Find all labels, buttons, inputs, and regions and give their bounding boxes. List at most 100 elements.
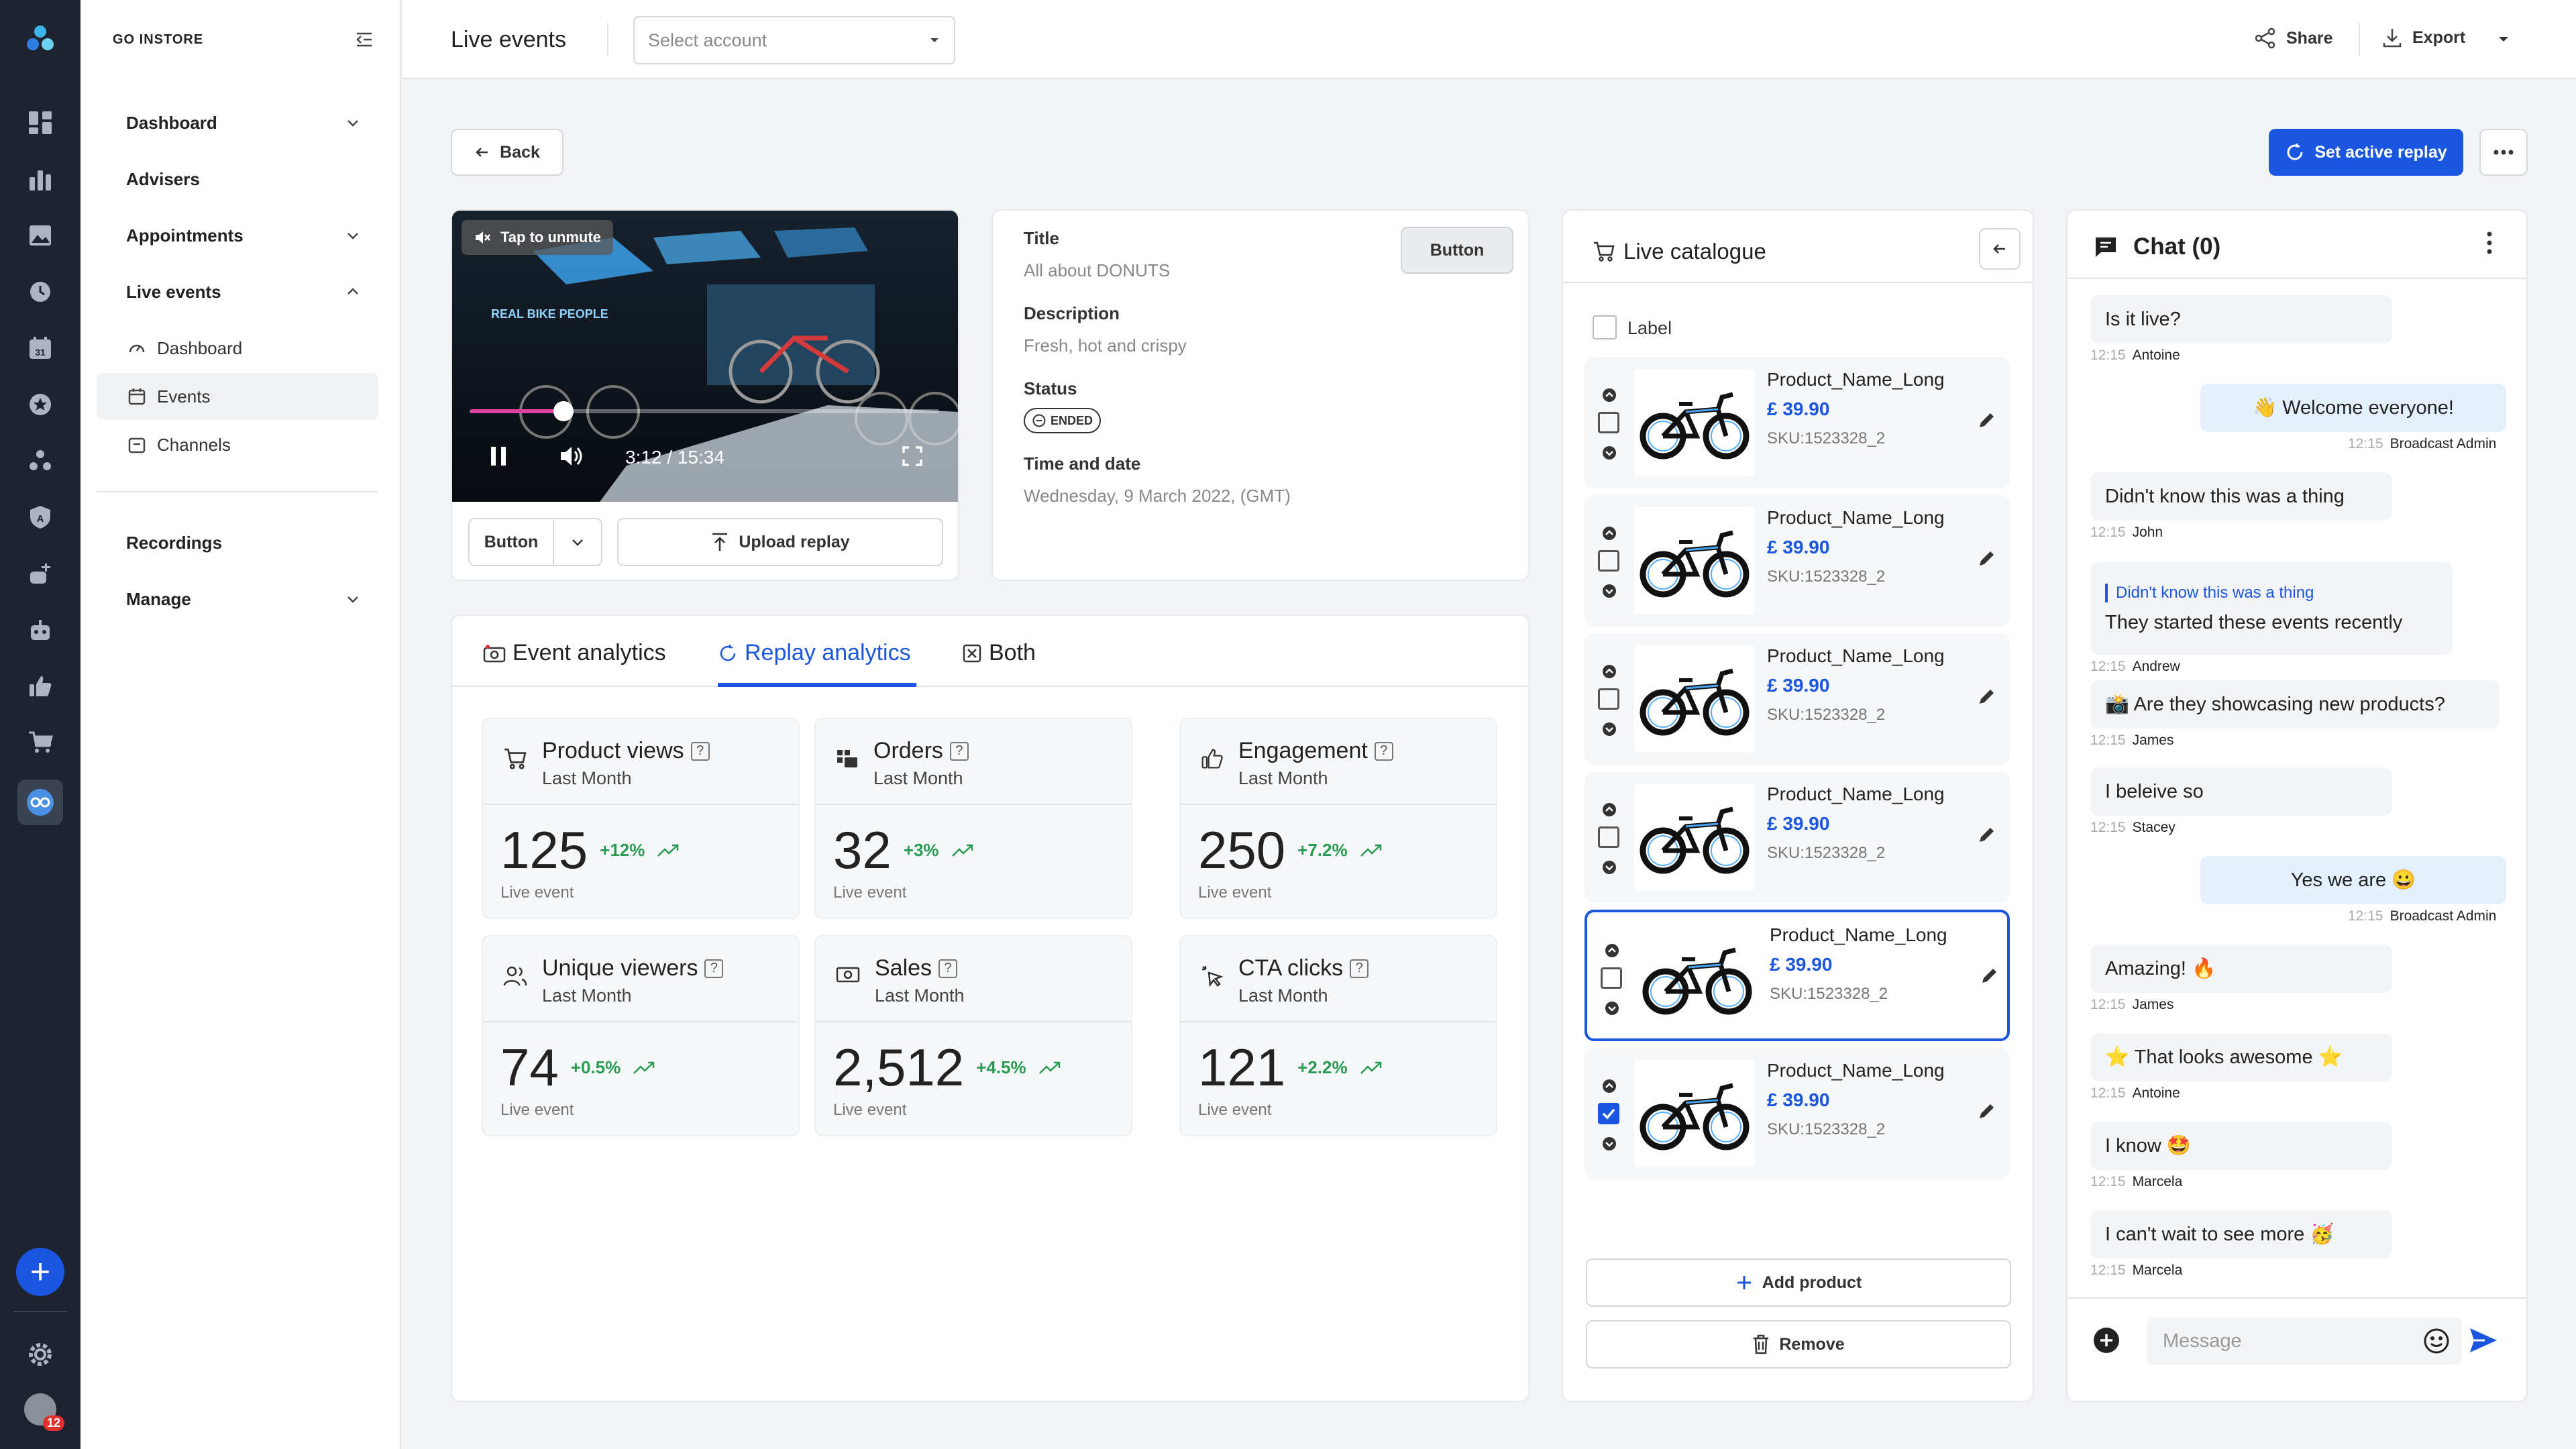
star-badge-icon[interactable] [23, 388, 57, 421]
cart-icon[interactable] [23, 726, 57, 759]
nav-sub-channels[interactable]: Channels [97, 421, 378, 468]
product-checkbox[interactable] [1598, 550, 1619, 572]
add-hand-icon[interactable] [23, 557, 57, 590]
more-options-button[interactable] [2479, 129, 2528, 176]
split-button-chevron-icon[interactable] [554, 519, 601, 565]
help-icon[interactable]: ? [1350, 959, 1369, 978]
account-select[interactable]: Select account [633, 16, 955, 64]
avatar[interactable]: 12 [23, 1393, 64, 1431]
move-down-icon[interactable] [1602, 860, 1617, 875]
move-up-icon[interactable] [1602, 664, 1617, 679]
message-input[interactable]: Message [2147, 1318, 2462, 1364]
top-bar: Live events Select account Share Export [402, 0, 2576, 79]
nav-advisers[interactable]: Advisers [113, 156, 374, 203]
send-icon[interactable] [2469, 1327, 2498, 1354]
set-active-replay-button[interactable]: Set active replay [2269, 129, 2463, 176]
nav-appointments[interactable]: Appointments [113, 212, 374, 259]
collapse-sidebar-icon[interactable] [354, 30, 374, 50]
help-icon[interactable]: ? [949, 741, 969, 761]
nav-sub-dashboard[interactable]: Dashboard [97, 325, 378, 372]
video-progress-knob[interactable] [553, 401, 574, 421]
emoji-icon[interactable] [2423, 1328, 2450, 1354]
tab-both[interactable]: Both [962, 640, 1036, 666]
product-item[interactable]: Product_Name_Long £ 39.90 SKU:1523328_2 [1585, 357, 2010, 488]
help-icon[interactable]: ? [704, 959, 724, 978]
product-checkbox[interactable] [1598, 826, 1619, 848]
move-up-icon[interactable] [1602, 526, 1617, 541]
chat-menu-icon[interactable] [2486, 231, 2493, 255]
calendar-icon[interactable]: 31 [23, 331, 57, 365]
thumbs-up-icon[interactable] [23, 669, 57, 703]
add-attachment-icon[interactable] [2093, 1327, 2120, 1354]
image-icon[interactable] [23, 219, 57, 252]
tab-event-analytics[interactable]: Event analytics [483, 640, 666, 666]
robot-icon[interactable] [23, 613, 57, 647]
move-up-icon[interactable] [1602, 1079, 1617, 1093]
nav-live-events[interactable]: Live events [113, 268, 374, 315]
move-up-icon[interactable] [1605, 943, 1619, 958]
back-button[interactable]: Back [451, 129, 564, 176]
nav-dashboard[interactable]: Dashboard [113, 99, 374, 146]
split-button-main[interactable]: Button [470, 519, 554, 565]
product-item[interactable]: Product_Name_Long £ 39.90 SKU:1523328_2 [1585, 1048, 2010, 1179]
nav-sub-events[interactable]: Events [97, 373, 378, 420]
help-icon[interactable]: ? [938, 959, 958, 978]
video-player[interactable]: REAL BIKE PEOPLE Tap to unmute 3:12 / 15… [452, 211, 958, 502]
edit-icon[interactable] [1978, 1102, 1996, 1120]
bar-chart-icon[interactable] [23, 162, 57, 196]
product-item[interactable]: Product_Name_Long £ 39.90 SKU:1523328_2 [1585, 495, 2010, 627]
tap-to-unmute-button[interactable]: Tap to unmute [462, 220, 613, 255]
share-button[interactable]: Share [2254, 27, 2332, 50]
account-select-placeholder: Select account [648, 30, 767, 50]
edit-icon[interactable] [1978, 411, 1996, 429]
logo-icon[interactable] [23, 23, 57, 56]
chevron-down-icon [347, 233, 358, 239]
add-product-button[interactable]: Add product [1586, 1258, 2011, 1307]
dashboard-icon[interactable] [23, 106, 57, 140]
go-live-icon[interactable] [17, 780, 63, 825]
edit-icon[interactable] [1978, 825, 1996, 844]
product-checkbox[interactable] [1601, 967, 1622, 989]
move-down-icon[interactable] [1602, 1136, 1617, 1151]
move-up-icon[interactable] [1602, 388, 1617, 402]
create-button[interactable]: + [16, 1248, 64, 1296]
edit-icon[interactable] [1978, 687, 1996, 706]
nav-recordings[interactable]: Recordings [113, 519, 374, 566]
tab-replay-analytics[interactable]: Replay analytics [718, 640, 911, 666]
chevron-down-icon [347, 596, 358, 603]
move-down-icon[interactable] [1602, 722, 1617, 737]
team-icon[interactable] [23, 444, 57, 478]
nav-manage[interactable]: Manage [113, 576, 374, 623]
product-item[interactable]: Product_Name_Long £ 39.90 SKU:1523328_2 [1585, 633, 2010, 765]
pause-icon[interactable] [490, 445, 507, 467]
volume-icon[interactable] [559, 444, 585, 468]
fullscreen-icon[interactable] [902, 445, 923, 467]
history-icon[interactable] [23, 275, 57, 309]
move-down-icon[interactable] [1602, 584, 1617, 598]
video-progress-track[interactable] [470, 401, 939, 421]
upload-replay-button[interactable]: Upload replay [617, 518, 943, 566]
product-checkbox[interactable] [1598, 688, 1619, 710]
shield-icon[interactable]: A [23, 500, 57, 534]
product-checkbox[interactable] [1598, 1103, 1619, 1124]
help-icon[interactable]: ? [1374, 741, 1393, 761]
edit-icon[interactable] [1980, 966, 1999, 985]
help-icon[interactable]: ? [690, 741, 710, 761]
details-action-button[interactable]: Button [1401, 227, 1513, 274]
product-item[interactable]: Product_Name_Long £ 39.90 SKU:1523328_2 [1585, 771, 2010, 903]
collapse-catalogue-button[interactable] [1979, 228, 2021, 270]
move-up-icon[interactable] [1602, 802, 1617, 817]
settings-icon[interactable] [23, 1338, 57, 1371]
move-down-icon[interactable] [1602, 445, 1617, 460]
product-checkbox[interactable] [1598, 412, 1619, 433]
select-all-checkbox[interactable] [1593, 315, 1617, 339]
edit-icon[interactable] [1978, 549, 1996, 568]
export-menu-caret-icon[interactable] [2497, 32, 2510, 46]
stat-change: +7.2% [1297, 840, 1348, 860]
move-down-icon[interactable] [1605, 1001, 1619, 1016]
stat-period: Last Month [542, 768, 632, 788]
remove-product-button[interactable]: Remove [1586, 1320, 2011, 1368]
product-item[interactable]: Product_Name_Long £ 39.90 SKU:1523328_2 [1585, 910, 2010, 1041]
export-button[interactable]: Export [2381, 27, 2465, 48]
share-label: Share [2286, 28, 2333, 48]
